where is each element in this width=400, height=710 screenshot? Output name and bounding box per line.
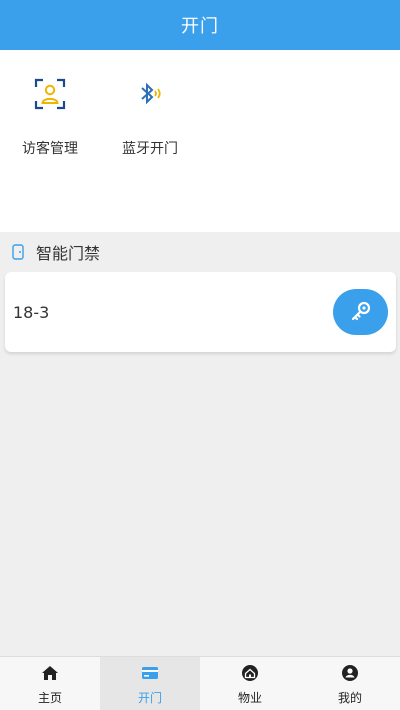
visitor-management-button[interactable]: 访客管理: [0, 72, 100, 158]
bluetooth-icon: [128, 72, 172, 116]
bluetooth-open-button[interactable]: 蓝牙开门: [100, 72, 200, 158]
tab-mine[interactable]: 我的: [300, 657, 400, 710]
quick-actions-panel: 访客管理 蓝牙开门: [0, 50, 400, 232]
tab-open-door[interactable]: 开门: [100, 657, 200, 710]
key-icon: [349, 299, 373, 326]
bottom-tab-bar: 主页 开门 物业 我的: [0, 656, 400, 710]
bluetooth-open-label: 蓝牙开门: [122, 141, 178, 157]
section-title: 智能门禁: [36, 244, 101, 263]
tab-home-label: 主页: [37, 691, 62, 705]
home-icon: [40, 663, 60, 683]
tab-open-door-label: 开门: [137, 691, 162, 705]
tab-property-label: 物业: [237, 691, 262, 705]
card-icon: [140, 663, 160, 683]
open-door-button[interactable]: [333, 289, 388, 335]
door-name: 18-3: [13, 302, 50, 322]
door-icon: [12, 244, 24, 260]
door-card: 18-3: [5, 272, 396, 352]
tab-property[interactable]: 物业: [200, 657, 300, 710]
tab-mine-label: 我的: [337, 691, 362, 705]
page-title: 开门: [181, 16, 219, 37]
user-icon: [340, 663, 360, 683]
header-bar: 开门: [0, 0, 400, 50]
property-icon: [240, 663, 260, 683]
smart-access-section-header: 智能门禁: [0, 232, 400, 272]
visitor-management-label: 访客管理: [22, 141, 78, 157]
visitor-badge-icon: [28, 72, 72, 116]
tab-home[interactable]: 主页: [0, 657, 100, 710]
